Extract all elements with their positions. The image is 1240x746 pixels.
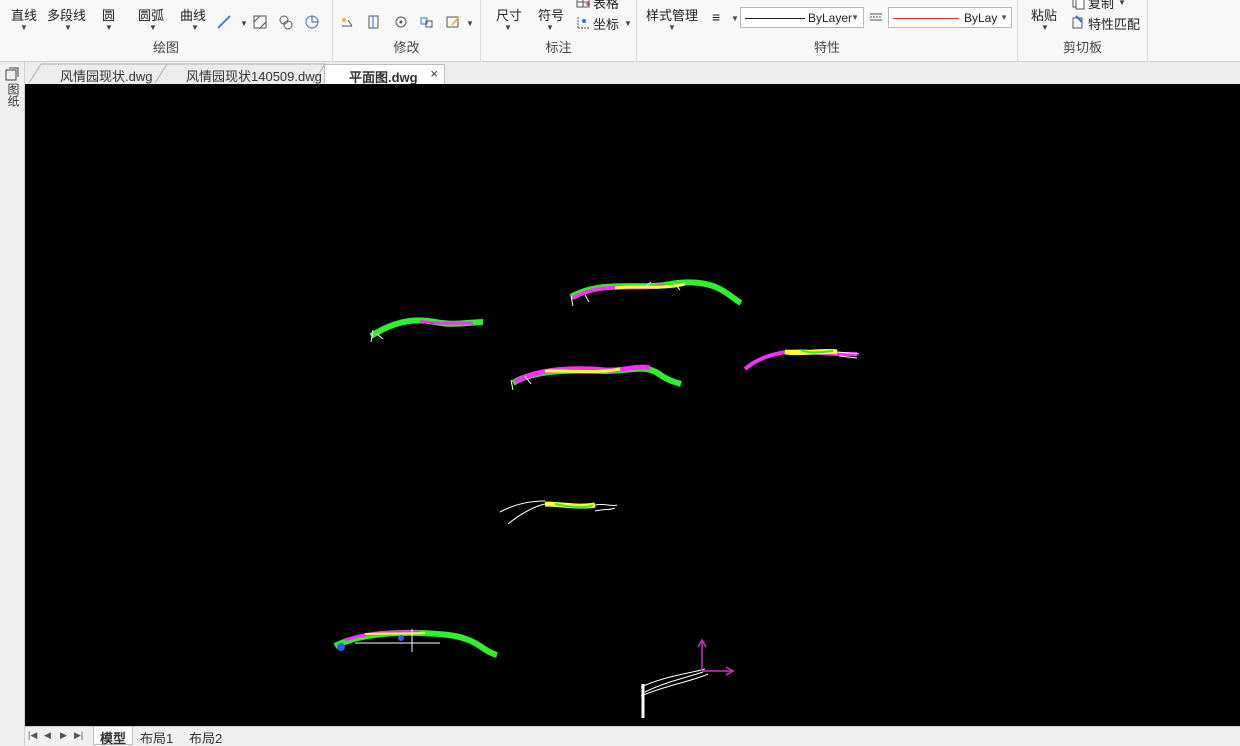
table-button[interactable]: 表格 [593,0,619,12]
polyline-dropdown-icon[interactable]: ▼ [64,23,72,32]
drawing-object [499,500,618,525]
doc-tab-label: 平面图.dwg [349,70,418,85]
match-properties-button[interactable]: 特性匹配 [1088,14,1140,33]
doc-tab-fengqingyuan-140509[interactable]: 风情园现状140509.dwg [186,64,322,84]
doc-tab-label: 风情园现状.dwg [60,69,153,84]
drawing-viewport[interactable] [25,84,1240,726]
sheet-panel-tab[interactable]: 图纸 [5,83,20,107]
modify-dropdown-icon[interactable]: ▼ [466,19,474,28]
color-icon [870,13,882,21]
modify-group-title: 修改 [393,40,420,55]
properties-group: 样式管理 ▼ ≡ ▼ ByLayer ▼ ByLayer ▼ 特性 [637,0,1018,62]
drawing-object [510,364,682,391]
circle-dropdown-icon[interactable]: ▼ [105,23,113,32]
layout-tab-label: 布局2 [189,731,223,746]
construction-line-dropdown-icon[interactable]: ▼ [240,19,248,28]
layout-tab-bar: |◀ ◀ ▶ ▶| 模型 布局1 布局2 [25,726,1240,746]
rotate-icon[interactable] [393,14,409,30]
draw-group-title: 绘图 [152,40,179,55]
style-manager-button[interactable]: 样式管理 [646,5,698,24]
curve-dropdown-icon[interactable]: ▼ [191,23,199,32]
table-icon[interactable] [575,0,591,10]
document-tab-bar: 风情园现状.dwg 风情园现状140509.dwg 平面图.dwg × [25,62,1240,85]
last-layout-icon[interactable]: ▶| [74,730,83,741]
linetype-dropdown-icon[interactable]: ▼ [851,13,859,22]
curve-button[interactable]: 曲线 [180,5,206,24]
doc-tab-plan[interactable]: 平面图.dwg × [324,64,445,85]
lineweight-icon[interactable]: ≡ [712,9,720,25]
copy-button[interactable]: 复制 [1088,0,1114,12]
drawing-object [640,668,709,718]
next-layout-icon[interactable]: ▶ [60,730,67,741]
drawing-object [333,629,498,658]
coordinate-icon[interactable] [575,14,591,30]
layout-tab-model[interactable]: 模型 [93,727,133,746]
side-panel-strip: 图纸 [0,62,25,746]
linetype-select[interactable]: ByLayer ▼ [740,7,864,28]
drawing-object [369,317,484,343]
line-button[interactable]: 直线 [11,5,37,24]
symbol-dropdown-icon[interactable]: ▼ [546,23,554,32]
drawing-canvas[interactable] [25,84,1240,726]
doc-tab-fengqingyuan-current[interactable]: 风情园现状.dwg [60,64,152,84]
copy-dropdown-icon[interactable]: ▼ [1118,0,1126,7]
symbol-button[interactable]: 符号 [538,5,564,24]
line-dropdown-icon[interactable]: ▼ [20,23,28,32]
construction-line-icon[interactable] [216,14,232,30]
modify-group: ▼ 修改 [333,0,481,62]
copy-icon[interactable] [1070,0,1086,10]
dimension-button[interactable]: 尺寸 [496,5,522,24]
hatch-icon[interactable] [252,14,268,30]
coordinate-dropdown-icon[interactable]: ▼ [624,19,632,28]
properties-group-title: 特性 [813,40,840,55]
drawing-object [743,348,860,371]
clipboard-group: 粘贴 ▼ 复制 ▼ 特性匹配 剪切板 [1018,0,1148,62]
color-sample [893,18,959,19]
annotate-group: 尺寸 ▼ 符号 ▼ 表格 坐标 ▼ 标注 [481,0,637,62]
color-dropdown-icon[interactable]: ▼ [998,13,1008,22]
arc-button[interactable]: 圆弧 [138,5,164,24]
layout-tab-label: 模型 [99,731,126,746]
region-icon[interactable] [278,14,294,30]
polyline-button[interactable]: 多段线 [47,5,86,24]
coordinate-button[interactable]: 坐标 [593,14,619,33]
circle-button[interactable]: 圆 [102,5,115,24]
annotate-group-title: 标注 [545,40,572,55]
first-layout-icon[interactable]: |◀ [28,730,37,741]
paste-button[interactable]: 粘贴 [1031,5,1057,24]
linetype-value: ByLayer [808,11,853,25]
arc-dropdown-icon[interactable]: ▼ [149,23,157,32]
sheet-panel-icon[interactable] [5,67,19,81]
style-manager-dropdown-icon[interactable]: ▼ [668,23,676,32]
color-select[interactable]: ByLayer ▼ [888,7,1012,28]
drawing-object [569,279,743,307]
layout-tab-layout1[interactable]: 布局1 [140,727,174,746]
move-icon[interactable] [340,14,356,30]
edit-properties-icon[interactable] [445,14,461,30]
paste-dropdown-icon[interactable]: ▼ [1041,23,1049,32]
linetype-sample [745,18,805,19]
previous-layout-icon[interactable]: ◀ [44,730,51,741]
dimension-dropdown-icon[interactable]: ▼ [504,23,512,32]
layout-tab-label: 布局1 [140,731,174,746]
doc-tab-label: 风情园现状140509.dwg [186,69,322,84]
clipboard-group-title: 剪切板 [1062,40,1102,55]
close-tab-icon[interactable]: × [430,66,438,81]
array-icon[interactable] [419,14,435,30]
layout-tab-layout2[interactable]: 布局2 [189,727,223,746]
ribbon: 直线 ▼ 多段线 ▼ 圆 ▼ 圆弧 ▼ 曲线 ▼ ▼ 绘图 ▼ 修改 尺寸 ▼ … [0,0,1240,62]
draw-group: 直线 ▼ 多段线 ▼ 圆 ▼ 圆弧 ▼ 曲线 ▼ ▼ 绘图 [0,0,333,62]
lineweight-dropdown-icon[interactable]: ▼ [731,14,739,23]
mirror-icon[interactable] [366,14,382,30]
match-properties-icon[interactable] [1070,14,1086,30]
boundary-icon[interactable] [304,14,320,30]
